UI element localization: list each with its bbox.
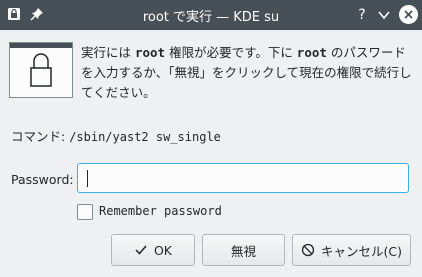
help-icon[interactable]: ?: [353, 6, 371, 24]
command-line: コマンド: /sbin/yast2 sw_single: [11, 126, 221, 145]
cancel-icon: [301, 243, 315, 257]
checkmark-icon: [135, 245, 147, 255]
password-label: Password:: [11, 172, 74, 187]
cancel-button[interactable]: キャンセル(C): [292, 234, 411, 266]
lock-icon: [9, 42, 73, 98]
ok-button[interactable]: OK: [111, 234, 195, 266]
remember-password-label[interactable]: Remember password: [99, 204, 222, 218]
info-message: 実行には root 権限が必要です。下に root のパスワードを入力するか、「…: [81, 45, 412, 100]
text-cursor: [87, 170, 88, 187]
password-field[interactable]: [77, 163, 409, 193]
ignore-label: 無視: [230, 243, 256, 259]
command-value: /sbin/yast2 sw_single: [69, 130, 221, 144]
ignore-button[interactable]: 無視: [202, 234, 285, 266]
cancel-label: キャンセル(C): [321, 243, 402, 259]
chevron-down-icon[interactable]: [375, 6, 393, 24]
title-bar: root で実行 — KDE su ?: [0, 0, 422, 30]
close-icon[interactable]: [399, 5, 418, 24]
command-label: コマンド:: [11, 129, 70, 144]
remember-password-checkbox[interactable]: [77, 204, 93, 220]
ok-label: OK: [153, 242, 173, 258]
